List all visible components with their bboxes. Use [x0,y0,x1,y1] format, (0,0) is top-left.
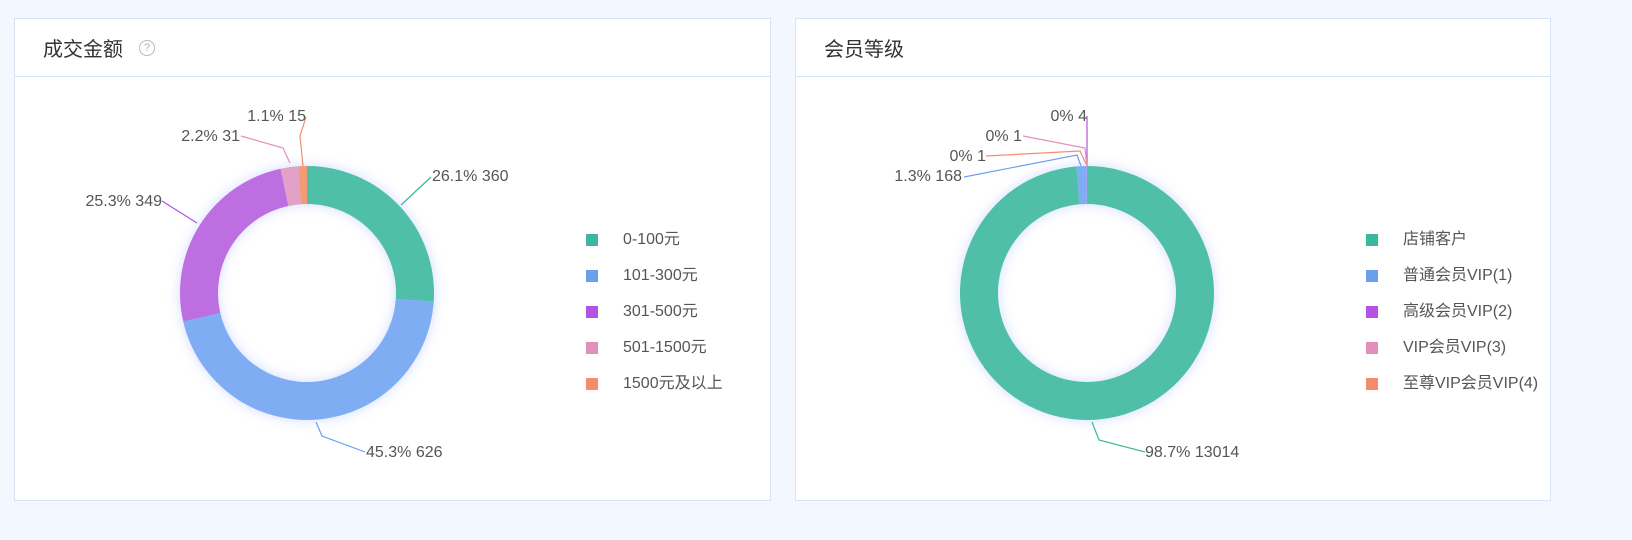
donut-slice[interactable] [183,298,434,421]
donut-ring [959,166,1214,421]
legend-label[interactable]: VIP会员VIP(3) [1403,338,1506,356]
legend-label[interactable]: 101-300元 [623,267,698,284]
data-label: 25.3% 349 [85,193,162,210]
legend-swatch[interactable] [1366,270,1378,282]
data-label: 26.1% 360 [432,168,509,185]
legend-swatch[interactable] [1366,342,1378,354]
donut-slice[interactable] [307,166,434,302]
donut-charts: 26.1% 360 45.3% 626 25.3% 349 2.2% 31 1.1% 1… [85,108,1538,461]
legend-label[interactable]: 店铺客户 [1403,230,1467,248]
leader-line [400,176,432,206]
leader-line [161,200,198,224]
legend-label[interactable]: 0-100元 [623,231,680,248]
data-label: 2.2% 31 [181,128,240,145]
donut-slice[interactable] [959,166,1214,421]
legend-label[interactable]: 高级会员VIP(2) [1403,302,1512,320]
leader-line [985,150,1088,167]
data-label: 45.3% 626 [366,444,443,461]
legend-swatch[interactable] [1366,234,1378,246]
leader-line [1091,421,1146,453]
data-label: 98.7% 13014 [1145,444,1239,461]
legend-swatch[interactable] [586,306,598,318]
legend-swatch[interactable] [586,270,598,282]
legend-label[interactable]: 至尊VIP会员VIP(4) [1403,374,1538,392]
legend-swatch[interactable] [1366,378,1378,390]
legend-swatch[interactable] [586,378,598,390]
leader-line [315,421,366,453]
data-label: 1.3% 168 [894,168,962,185]
member-level-donut-chart: 98.7% 13014 1.3% 168 0% 4 0% 1 0% 1 店铺客户普通会员V… [894,108,1538,461]
legend-swatch[interactable] [586,342,598,354]
legend-label[interactable]: 501-1500元 [623,339,707,356]
legend-swatch[interactable] [586,234,598,246]
data-label: 1.1% 15 [247,108,306,125]
legend-label[interactable]: 301-500元 [623,303,698,320]
donut-ring [180,166,434,421]
data-label: 0% 1 [950,148,987,165]
data-label: 0% 4 [1051,108,1088,125]
legend-label[interactable]: 普通会员VIP(1) [1403,266,1512,284]
legend-swatch[interactable] [1366,306,1378,318]
data-label: 0% 1 [986,128,1023,145]
leader-line [240,135,291,164]
amount-donut-chart: 26.1% 360 45.3% 626 25.3% 349 2.2% 31 1.1% 1… [85,108,722,461]
legend-label[interactable]: 1500元及以上 [623,374,723,392]
donut-slice[interactable] [180,168,289,322]
